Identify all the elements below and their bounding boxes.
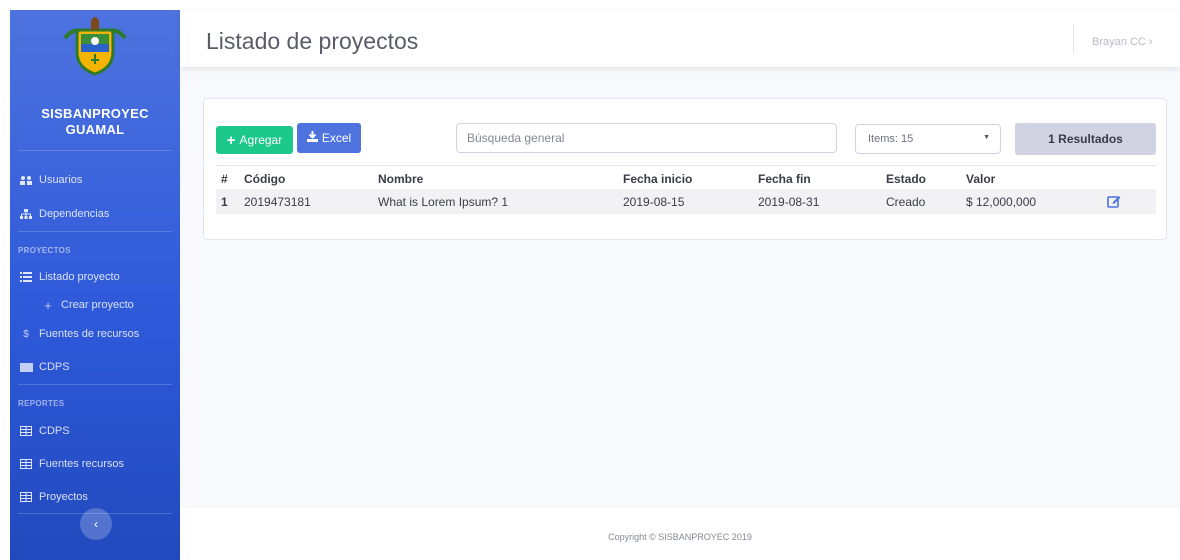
sidebar-item-label: CDPS	[39, 425, 70, 437]
sidebar: SISBANPROYEC GUAMAL Usuarios Dependencia…	[10, 10, 180, 560]
app-name: SISBANPROYEC	[41, 106, 149, 121]
plus-icon: +	[44, 297, 52, 313]
dollar-icon: $	[23, 328, 29, 340]
edit-icon[interactable]	[1107, 194, 1121, 208]
plus-icon: +	[226, 131, 236, 149]
items-per-page-select[interactable]: Items: 15 ▼	[855, 124, 1001, 154]
cell-codigo: 2019473181	[244, 195, 311, 209]
table-icon	[18, 458, 34, 470]
sidebar-item-usuarios[interactable]: Usuarios	[10, 163, 180, 197]
copyright-text: Copyright © SISBANPROYEC 2019	[608, 532, 752, 542]
table-top-border	[216, 165, 1156, 166]
column-header-fecha-fin: Fecha fin	[758, 172, 811, 186]
download-icon	[306, 131, 318, 145]
items-per-page-value: Items: 15	[868, 133, 914, 145]
section-heading-reportes: REPORTES	[18, 399, 65, 408]
results-count: 1 Resultados	[1015, 123, 1156, 155]
search-input[interactable]	[456, 123, 837, 153]
sidebar-item-fuentes-de-recursos[interactable]: $ Fuentes de recursos	[10, 318, 180, 350]
cell-valor: $ 12,000,000	[966, 195, 1037, 209]
cell-estado: Creado	[886, 195, 926, 209]
sidebar-item-label: Proyectos	[39, 491, 88, 503]
sidebar-item-label: Fuentes de recursos	[39, 328, 140, 340]
sidebar-toggle-button[interactable]: ‹	[80, 508, 112, 540]
table-icon	[18, 491, 34, 503]
card-icon	[18, 361, 34, 373]
list-icon	[18, 271, 34, 283]
column-header-codigo: Código	[244, 172, 286, 186]
column-header-fecha-inicio: Fecha inicio	[623, 172, 693, 186]
table-icon	[18, 425, 34, 437]
sidebar-item-label: Fuentes recursos	[39, 458, 124, 470]
content-wrapper: Listado de proyectos Brayan CC › + Agreg…	[180, 10, 1180, 560]
sidebar-item-report-fuentes-recursos[interactable]: Fuentes recursos	[10, 447, 180, 481]
sidebar-divider	[18, 150, 172, 151]
sitemap-icon	[18, 208, 34, 220]
footer: Copyright © SISBANPROYEC 2019	[180, 508, 1180, 560]
coat-of-arms-icon	[63, 17, 127, 76]
sidebar-item-cdps[interactable]: CDPS	[10, 350, 180, 384]
sidebar-item-listado-proyecto[interactable]: Listado proyecto	[10, 262, 180, 292]
sidebar-item-dependencias[interactable]: Dependencias	[10, 197, 180, 231]
add-button[interactable]: + Agregar	[216, 126, 293, 154]
sidebar-item-report-cdps[interactable]: CDPS	[10, 415, 180, 447]
sidebar-item-crear-proyecto[interactable]: + Crear proyecto	[10, 292, 180, 318]
page-title: Listado de proyectos	[206, 28, 419, 54]
cell-fecha-inicio: 2019-08-15	[623, 195, 685, 209]
topbar: Listado de proyectos Brayan CC ›	[180, 10, 1180, 67]
column-header-estado: Estado	[886, 172, 927, 186]
chevron-left-icon: ‹	[94, 517, 98, 531]
app-location: GUAMAL	[65, 122, 125, 137]
sidebar-item-label: Usuarios	[39, 174, 83, 186]
users-icon	[18, 174, 34, 186]
sidebar-item-label: Listado proyecto	[39, 271, 120, 283]
caret-down-icon: ▼	[983, 134, 990, 141]
brand[interactable]: SISBANPROYEC GUAMAL	[10, 10, 180, 150]
sidebar-item-label: Dependencias	[39, 208, 110, 220]
add-button-label: Agregar	[239, 133, 283, 147]
column-header-valor: Valor	[966, 172, 996, 186]
section-heading-proyectos: PROYECTOS	[18, 246, 71, 255]
sidebar-item-label: CDPS	[39, 361, 70, 373]
sidebar-item-label: Crear proyecto	[61, 299, 134, 311]
cell-number: 1	[221, 195, 228, 209]
column-header-nombre: Nombre	[378, 172, 424, 186]
excel-button-label: Excel	[321, 131, 352, 145]
cell-fecha-fin: 2019-08-31	[758, 195, 820, 209]
topbar-divider	[1073, 24, 1074, 54]
projects-card: + Agregar Excel Items: 15 ▼ 1 Resultados…	[203, 98, 1167, 240]
cell-nombre: What is Lorem Ipsum? 1	[378, 195, 509, 209]
excel-button[interactable]: Excel	[297, 123, 361, 153]
user-menu[interactable]: Brayan CC ›	[1092, 36, 1153, 48]
column-header-number: #	[221, 172, 228, 186]
